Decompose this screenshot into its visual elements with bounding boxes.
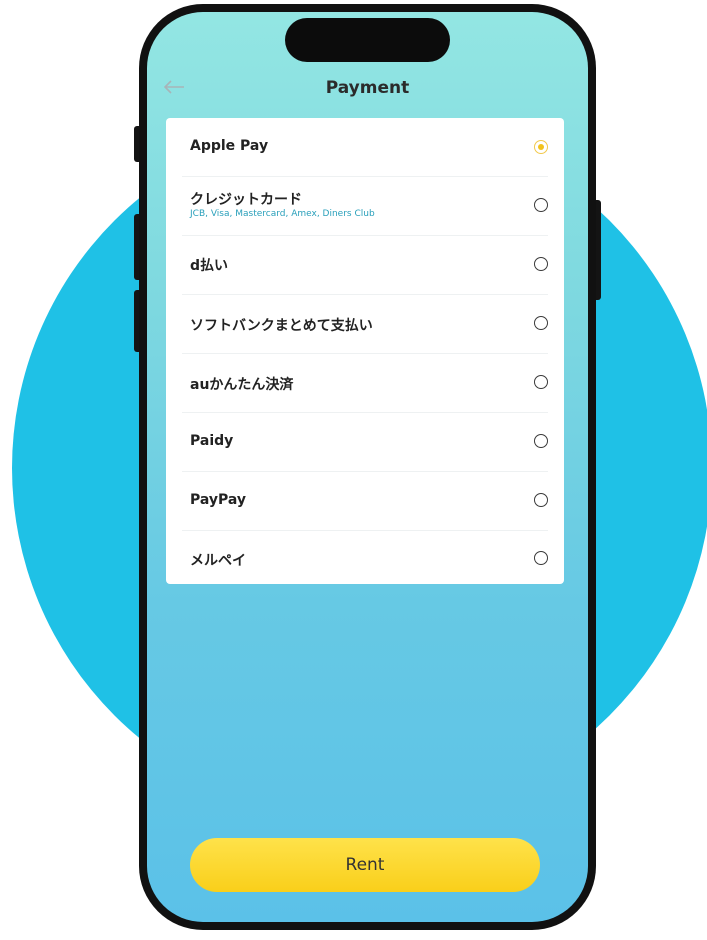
- payment-option-credit-card[interactable]: クレジットカード JCB, Visa, Mastercard, Amex, Di…: [166, 177, 564, 235]
- radio-button[interactable]: [534, 257, 548, 271]
- payment-option-label: Apple Pay: [190, 138, 269, 154]
- payment-option-label: auかんたん決済: [190, 377, 294, 393]
- rent-button[interactable]: Rent: [190, 838, 540, 892]
- radio-button-selected[interactable]: [534, 140, 548, 154]
- phone-frame: Payment Apple Pay クレジットカード JCB, Visa, Ma…: [139, 4, 596, 930]
- phone-screen: Payment Apple Pay クレジットカード JCB, Visa, Ma…: [147, 12, 588, 922]
- payment-option-label: PayPay: [190, 492, 247, 508]
- radio-button[interactable]: [534, 198, 548, 212]
- payment-option-label: メルペイ: [190, 553, 246, 569]
- payment-option-au[interactable]: auかんたん決済: [166, 354, 564, 412]
- radio-button[interactable]: [534, 316, 548, 330]
- radio-button[interactable]: [534, 375, 548, 389]
- page-title: Payment: [325, 78, 410, 98]
- radio-button[interactable]: [534, 551, 548, 565]
- radio-button[interactable]: [534, 493, 548, 507]
- payment-methods-list: Apple Pay クレジットカード JCB, Visa, Mastercard…: [166, 118, 564, 584]
- payment-option-label: Paidy: [190, 433, 234, 449]
- payment-option-paidy[interactable]: Paidy: [166, 413, 564, 471]
- payment-option-sublabel: JCB, Visa, Mastercard, Amex, Diners Club: [190, 209, 375, 219]
- payment-option-paypay[interactable]: PayPay: [166, 472, 564, 530]
- payment-option-apple-pay[interactable]: Apple Pay: [166, 118, 564, 176]
- payment-option-label: クレジットカード: [190, 192, 302, 208]
- payment-option-label: ソフトバンクまとめて支払い: [190, 318, 373, 334]
- payment-option-softbank[interactable]: ソフトバンクまとめて支払い: [166, 295, 564, 353]
- radio-button[interactable]: [534, 434, 548, 448]
- payment-option-d-barai[interactable]: d払い: [166, 236, 564, 294]
- dynamic-island: [285, 18, 450, 62]
- payment-option-label: d払い: [190, 258, 229, 274]
- payment-option-merpay[interactable]: メルペイ: [166, 531, 564, 584]
